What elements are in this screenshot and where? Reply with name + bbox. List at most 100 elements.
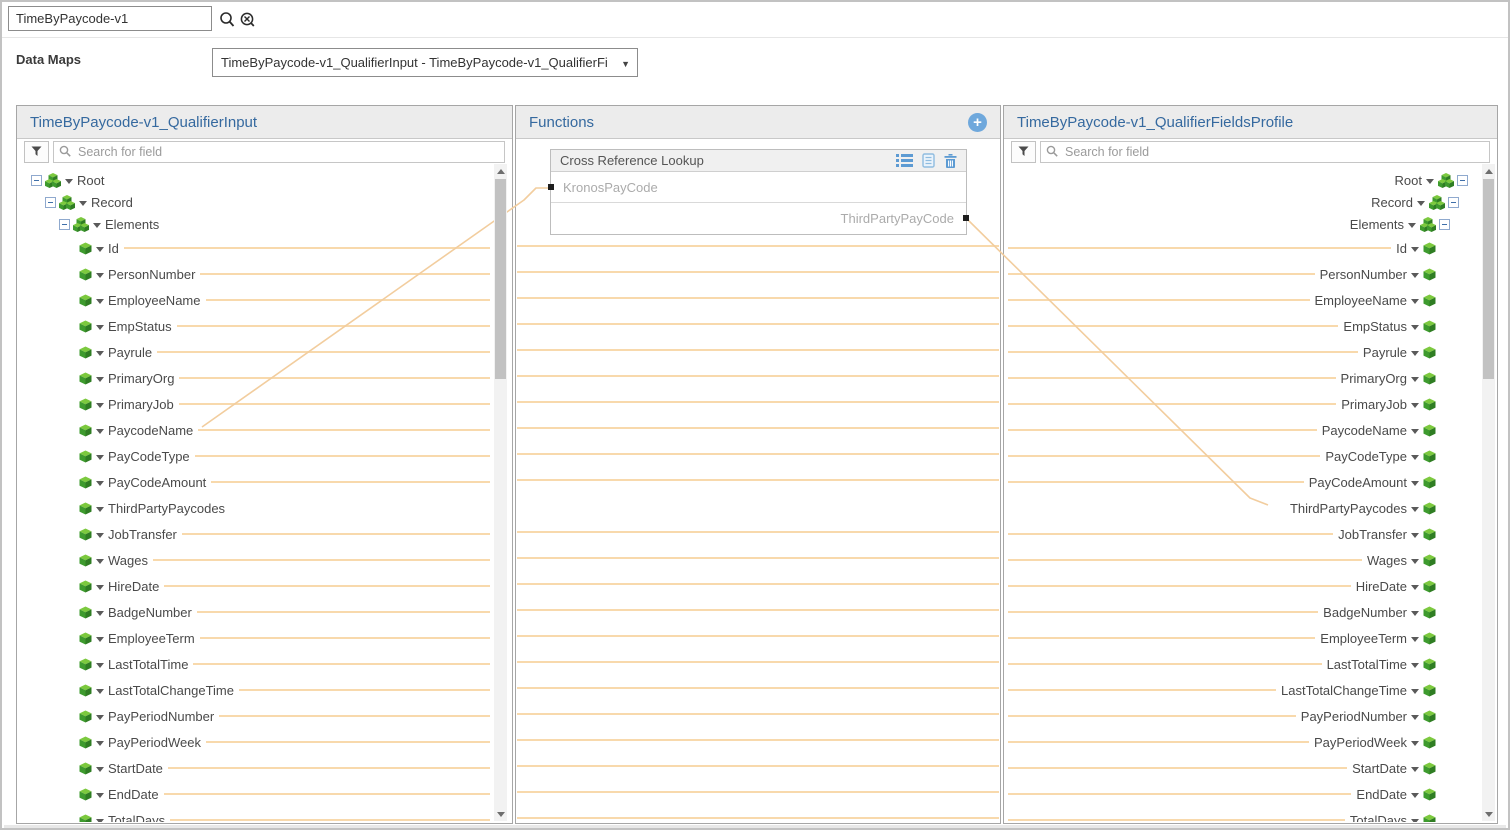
tree-field-row[interactable]: PayPeriodNumber [1006, 703, 1481, 729]
copy-icon[interactable] [922, 153, 935, 168]
chevron-down-icon[interactable] [96, 715, 104, 720]
tree-field-row[interactable]: StartDate [19, 755, 492, 781]
tree-field-row[interactable]: Id [19, 235, 492, 261]
chevron-down-icon[interactable] [96, 533, 104, 538]
chevron-down-icon[interactable] [1411, 663, 1419, 668]
tree-field-row[interactable]: Wages [19, 547, 492, 573]
tree-field-row[interactable]: PrimaryJob [19, 391, 492, 417]
collapse-toggle[interactable] [1457, 175, 1468, 186]
scroll-down-arrow[interactable] [494, 807, 507, 821]
chevron-down-icon[interactable] [1411, 325, 1419, 330]
tree-field-row[interactable]: PayCodeType [1006, 443, 1481, 469]
chevron-down-icon[interactable] [96, 377, 104, 382]
tree-node-record[interactable]: Record [1006, 191, 1481, 213]
tree-field-row[interactable]: Payrule [19, 339, 492, 365]
source-scrollbar[interactable] [494, 164, 507, 821]
chevron-down-icon[interactable] [96, 351, 104, 356]
tree-field-row[interactable]: PayPeriodNumber [19, 703, 492, 729]
tree-field-row[interactable]: EmpStatus [19, 313, 492, 339]
chevron-down-icon[interactable] [96, 637, 104, 642]
chevron-down-icon[interactable] [1411, 637, 1419, 642]
tree-field-row[interactable]: LastTotalChangeTime [19, 677, 492, 703]
chevron-down-icon[interactable] [96, 325, 104, 330]
output-connector[interactable] [963, 215, 969, 221]
tree-field-row[interactable]: PayCodeAmount [1006, 469, 1481, 495]
chevron-down-icon[interactable] [1411, 247, 1419, 252]
chevron-down-icon[interactable] [96, 793, 104, 798]
scrollbar-thumb[interactable] [1483, 179, 1494, 379]
chevron-down-icon[interactable] [1411, 793, 1419, 798]
chevron-down-icon[interactable] [1411, 403, 1419, 408]
tree-field-row[interactable]: EndDate [1006, 781, 1481, 807]
tree-field-row[interactable]: EmployeeName [19, 287, 492, 313]
tree-field-row[interactable]: Wages [1006, 547, 1481, 573]
tree-field-row[interactable]: LastTotalTime [19, 651, 492, 677]
chevron-down-icon[interactable] [65, 179, 73, 184]
target-scrollbar[interactable] [1482, 164, 1495, 821]
list-icon[interactable] [896, 154, 913, 167]
chevron-down-icon[interactable] [1411, 715, 1419, 720]
chevron-down-icon[interactable] [1426, 179, 1434, 184]
horizontal-scrollbar-track[interactable] [4, 825, 1506, 830]
chevron-down-icon[interactable] [96, 455, 104, 460]
chevron-down-icon[interactable] [1411, 819, 1419, 823]
chevron-down-icon[interactable] [1411, 429, 1419, 434]
tree-field-row[interactable]: Id [1006, 235, 1481, 261]
collapse-toggle[interactable] [59, 219, 70, 230]
chevron-down-icon[interactable] [1411, 767, 1419, 772]
chevron-down-icon[interactable] [1411, 273, 1419, 278]
component-search-input[interactable] [8, 6, 212, 31]
tree-field-row[interactable]: PrimaryOrg [1006, 365, 1481, 391]
chevron-down-icon[interactable] [96, 767, 104, 772]
tree-field-row[interactable]: PersonNumber [1006, 261, 1481, 287]
chevron-down-icon[interactable] [1411, 351, 1419, 356]
scroll-up-arrow[interactable] [494, 164, 507, 178]
tree-field-row[interactable]: EndDate [19, 781, 492, 807]
function-input-row[interactable]: KronosPayCode [551, 172, 966, 203]
chevron-down-icon[interactable] [1411, 689, 1419, 694]
tree-field-row[interactable]: StartDate [1006, 755, 1481, 781]
function-box[interactable]: Cross Reference Lookup [550, 149, 967, 235]
tree-node-record[interactable]: Record [19, 191, 492, 213]
tree-field-row[interactable]: PayPeriodWeek [19, 729, 492, 755]
tree-field-row[interactable]: PaycodeName [19, 417, 492, 443]
tree-field-row[interactable]: PayPeriodWeek [1006, 729, 1481, 755]
collapse-toggle[interactable] [31, 175, 42, 186]
source-search-input[interactable] [76, 144, 499, 160]
tree-field-row[interactable]: PayCodeType [19, 443, 492, 469]
tree-field-row[interactable]: BadgeNumber [19, 599, 492, 625]
data-map-select[interactable]: TimeByPaycode-v1_QualifierInput - TimeBy… [212, 48, 638, 77]
chevron-down-icon[interactable] [96, 741, 104, 746]
collapse-toggle[interactable] [1439, 219, 1450, 230]
target-search-input[interactable] [1063, 144, 1484, 160]
tree-field-row[interactable]: LastTotalTime [1006, 651, 1481, 677]
chevron-down-icon[interactable] [96, 429, 104, 434]
tree-field-row[interactable]: PrimaryJob [1006, 391, 1481, 417]
tree-field-row[interactable]: TotalDays [1006, 807, 1481, 822]
chevron-down-icon[interactable] [1411, 585, 1419, 590]
chevron-down-icon[interactable] [1411, 559, 1419, 564]
tree-node-root[interactable]: Root [19, 169, 492, 191]
chevron-down-icon[interactable] [96, 481, 104, 486]
tree-field-row[interactable]: PersonNumber [19, 261, 492, 287]
chevron-down-icon[interactable] [1411, 481, 1419, 486]
tree-node-elements[interactable]: Elements [1006, 213, 1481, 235]
tree-node-elements[interactable]: Elements [19, 213, 492, 235]
chevron-down-icon[interactable] [96, 299, 104, 304]
chevron-down-icon[interactable] [96, 559, 104, 564]
tree-field-row[interactable]: LastTotalChangeTime [1006, 677, 1481, 703]
chevron-down-icon[interactable] [96, 689, 104, 694]
tree-field-row[interactable]: ThirdPartyPaycodes [1006, 495, 1481, 521]
chevron-down-icon[interactable] [96, 403, 104, 408]
tree-field-row[interactable]: HireDate [19, 573, 492, 599]
clear-search-icon[interactable] [239, 11, 256, 34]
tree-field-row[interactable]: PayCodeAmount [19, 469, 492, 495]
tree-field-row[interactable]: PaycodeName [1006, 417, 1481, 443]
chevron-down-icon[interactable] [1411, 455, 1419, 460]
input-connector[interactable] [548, 184, 554, 190]
chevron-down-icon[interactable] [1417, 201, 1425, 206]
chevron-down-icon[interactable] [96, 273, 104, 278]
tree-field-row[interactable]: EmployeeTerm [19, 625, 492, 651]
chevron-down-icon[interactable] [96, 663, 104, 668]
scrollbar-thumb[interactable] [495, 179, 506, 379]
